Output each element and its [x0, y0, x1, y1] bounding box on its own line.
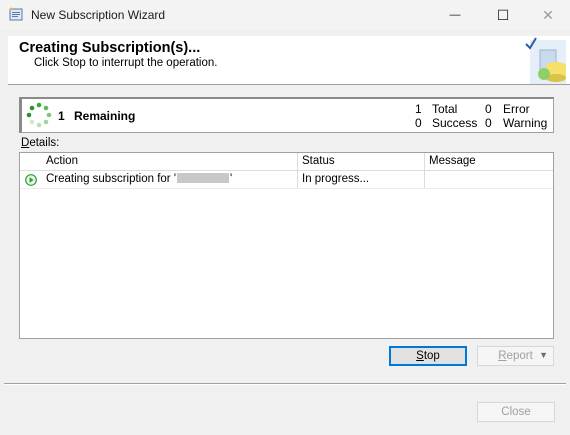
- window-title: New Subscription Wizard: [31, 8, 166, 22]
- table-row[interactable]: Creating subscription for ' ' In progress…: [20, 171, 553, 189]
- report-accelerator: R: [498, 350, 507, 362]
- grid-header: Action Status Message: [20, 153, 553, 171]
- warning-count: 0: [485, 116, 492, 130]
- row-status: In progress...: [302, 173, 370, 185]
- success-count: 0: [415, 116, 422, 130]
- report-button[interactable]: Report ▼: [477, 346, 554, 366]
- close-button[interactable]: Close: [477, 402, 555, 422]
- success-label: Success: [432, 116, 478, 130]
- minimize-icon: —: [449, 9, 461, 21]
- total-label: Total: [432, 102, 458, 116]
- details-grid[interactable]: Action Status Message Creating subscript…: [19, 152, 554, 339]
- column-header-action[interactable]: Action: [46, 155, 78, 167]
- report-label: eport: [506, 350, 533, 362]
- page-title: Creating Subscription(s)...: [19, 40, 201, 56]
- warning-label: Warning: [503, 116, 548, 130]
- close-icon: ✕: [542, 6, 554, 23]
- error-label: Error: [503, 102, 530, 116]
- database-wizard-icon: [525, 37, 566, 84]
- total-count: 1: [415, 102, 422, 116]
- running-icon: [25, 174, 37, 186]
- title-bar: New Subscription Wizard — ☐ ✕: [0, 0, 570, 30]
- remaining-label: Remaining: [74, 109, 136, 123]
- chevron-down-icon: ▼: [539, 350, 548, 360]
- redacted-name: [177, 173, 230, 183]
- progress-spinner-icon: [26, 102, 52, 128]
- stop-label: top: [423, 350, 440, 362]
- stop-accelerator: S: [416, 350, 424, 362]
- column-header-message[interactable]: Message: [429, 155, 476, 167]
- maximize-button[interactable]: ☐: [480, 0, 526, 30]
- page-subtitle: Click Stop to interrupt the operation.: [34, 57, 218, 69]
- column-header-status[interactable]: Status: [302, 155, 335, 167]
- footer-divider: [4, 383, 566, 385]
- row-action: Creating subscription for ' ': [46, 173, 232, 185]
- minimize-button[interactable]: —: [432, 0, 478, 30]
- row-action-suffix: ': [230, 173, 233, 185]
- remaining-count: 1: [58, 109, 65, 123]
- details-label: Details:: [21, 137, 59, 149]
- progress-summary: 1 Remaining 1 Total 0 Success 0 Error 0 …: [19, 97, 554, 133]
- maximize-icon: ☐: [496, 6, 510, 23]
- close-window-button[interactable]: ✕: [525, 0, 570, 30]
- wizard-app-icon: [9, 7, 23, 21]
- row-action-text: Creating subscription for ': [46, 173, 177, 185]
- wizard-header: Creating Subscription(s)... Click Stop t…: [8, 36, 570, 85]
- stop-button[interactable]: Stop: [389, 346, 467, 366]
- error-count: 0: [485, 102, 492, 116]
- details-label-text: etails:: [29, 137, 60, 149]
